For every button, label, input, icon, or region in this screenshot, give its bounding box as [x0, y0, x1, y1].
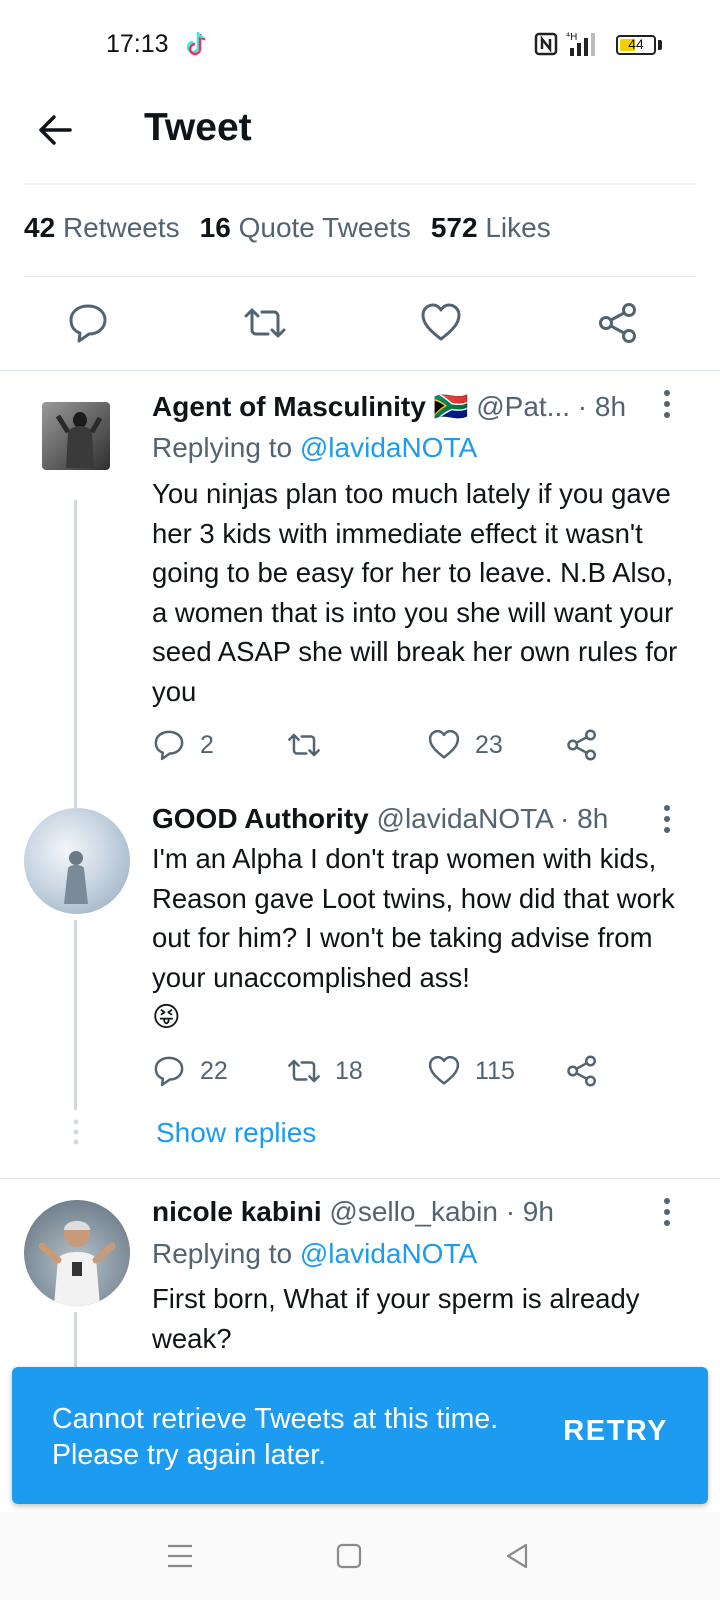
more-options-icon[interactable]	[655, 803, 679, 835]
display-name[interactable]: Agent of Masculinity	[152, 391, 426, 422]
tiktok-icon	[186, 31, 206, 56]
quote-tweets-stat[interactable]: 16 Quote Tweets	[200, 212, 411, 243]
reply-icon	[154, 730, 184, 761]
svg-text:⁴H: ⁴H	[566, 32, 578, 43]
more-options-icon[interactable]	[655, 388, 679, 420]
replying-to: Replying to @lavidaNOTA	[152, 1238, 478, 1269]
tongue-emoji: 😝	[152, 1001, 181, 1032]
battery-icon: 44	[616, 35, 656, 55]
share-action[interactable]	[565, 1051, 599, 1091]
like-icon	[428, 1055, 460, 1085]
flag-emoji: 🇿🇦	[433, 391, 469, 422]
share-icon	[567, 1055, 596, 1087]
reply-action[interactable]: 2	[152, 725, 214, 765]
like-count: 23	[475, 730, 503, 759]
share-action[interactable]	[565, 725, 599, 765]
retweet-action[interactable]: 18	[287, 1051, 363, 1091]
avatar[interactable]	[24, 1200, 130, 1306]
app-header: Tweet	[0, 92, 720, 184]
handle-time: @lavidaNOTA · 8h	[376, 803, 609, 834]
tweet-text: You ninjas plan too much lately if you g…	[152, 478, 678, 707]
status-bar: 17:13 ⁴H 44	[0, 0, 720, 92]
replying-to: Replying to @lavidaNOTA	[152, 432, 478, 463]
tweet-actions: 2 23	[152, 725, 622, 765]
share-icon	[567, 729, 596, 761]
retry-button[interactable]: RETRY	[563, 1415, 668, 1448]
reply-count: 22	[200, 1056, 228, 1085]
avatar-figure	[55, 412, 103, 468]
retweet-icon[interactable]	[243, 301, 287, 345]
tweet-text: I'm an Alpha I don't trap women with kid…	[152, 843, 675, 1032]
likes-stat[interactable]: 572 Likes	[431, 212, 551, 243]
thread-dots-icon	[73, 1119, 79, 1145]
retweets-stat[interactable]: 42 Retweets	[24, 212, 180, 243]
avatar-figure	[38, 1221, 116, 1306]
display-name[interactable]: nicole kabini	[152, 1196, 322, 1227]
like-icon[interactable]	[419, 301, 463, 345]
thread-line	[74, 500, 77, 808]
header-divider	[24, 183, 696, 185]
reply-icon[interactable]	[66, 301, 110, 345]
back-nav-icon[interactable]	[502, 1540, 534, 1572]
handle-time: @sello_kabin · 9h	[329, 1196, 554, 1227]
thread-line	[74, 920, 77, 1110]
reply-action[interactable]: 22	[152, 1051, 228, 1091]
tweet-header: Agent of Masculinity 🇿🇦 @Pat... · 8h	[152, 390, 626, 423]
tweet-action-bar	[0, 277, 720, 369]
like-count: 115	[475, 1056, 515, 1085]
retweet-count: 18	[335, 1056, 363, 1085]
tweet-header: GOOD Authority @lavidaNOTA · 8h	[152, 803, 608, 835]
reply-divider	[0, 1178, 720, 1179]
avatar[interactable]	[24, 808, 130, 914]
error-snackbar: Cannot retrieve Tweets at this time. Ple…	[12, 1367, 708, 1504]
display-name[interactable]: GOOD Authority	[152, 803, 369, 834]
more-options-icon[interactable]	[655, 1196, 679, 1228]
tweet-text: First born, What if your sperm is alread…	[152, 1283, 640, 1354]
battery-level: 44	[628, 36, 644, 52]
tweet-header: nicole kabini @sello_kabin · 9h	[152, 1196, 554, 1228]
retweet-icon	[288, 733, 320, 757]
reply-count: 2	[200, 730, 214, 759]
like-action[interactable]: 23	[427, 725, 503, 765]
reply-icon	[154, 1056, 184, 1087]
nfc-icon	[534, 32, 558, 56]
menu-icon[interactable]	[164, 1540, 196, 1572]
retweet-icon	[288, 1059, 320, 1083]
status-time: 17:13	[106, 30, 169, 58]
handle-time: @Pat... · 8h	[476, 391, 627, 422]
tweet-stats: 42 Retweets 16 Quote Tweets 572 Likes	[24, 212, 551, 244]
snackbar-message: Cannot retrieve Tweets at this time. Ple…	[52, 1403, 499, 1471]
mention-link[interactable]: @lavidaNOTA	[300, 1238, 477, 1269]
retweet-action[interactable]	[287, 725, 335, 765]
show-replies-link[interactable]: Show replies	[156, 1117, 316, 1149]
like-action[interactable]: 115	[427, 1051, 515, 1091]
avatar[interactable]	[42, 402, 110, 470]
tweet-actions: 22 18 115	[152, 1051, 622, 1091]
share-icon[interactable]	[596, 301, 640, 345]
back-arrow-icon[interactable]	[36, 110, 76, 150]
page-title: Tweet	[144, 106, 252, 149]
system-nav-bar	[0, 1512, 720, 1600]
like-icon	[428, 729, 460, 759]
mention-link[interactable]: @lavidaNOTA	[300, 432, 477, 463]
signal-icon: ⁴H	[566, 32, 595, 56]
avatar-figure	[64, 851, 88, 904]
action-bar-divider	[0, 370, 720, 371]
thread-line	[74, 1312, 77, 1372]
home-icon[interactable]	[333, 1540, 365, 1572]
